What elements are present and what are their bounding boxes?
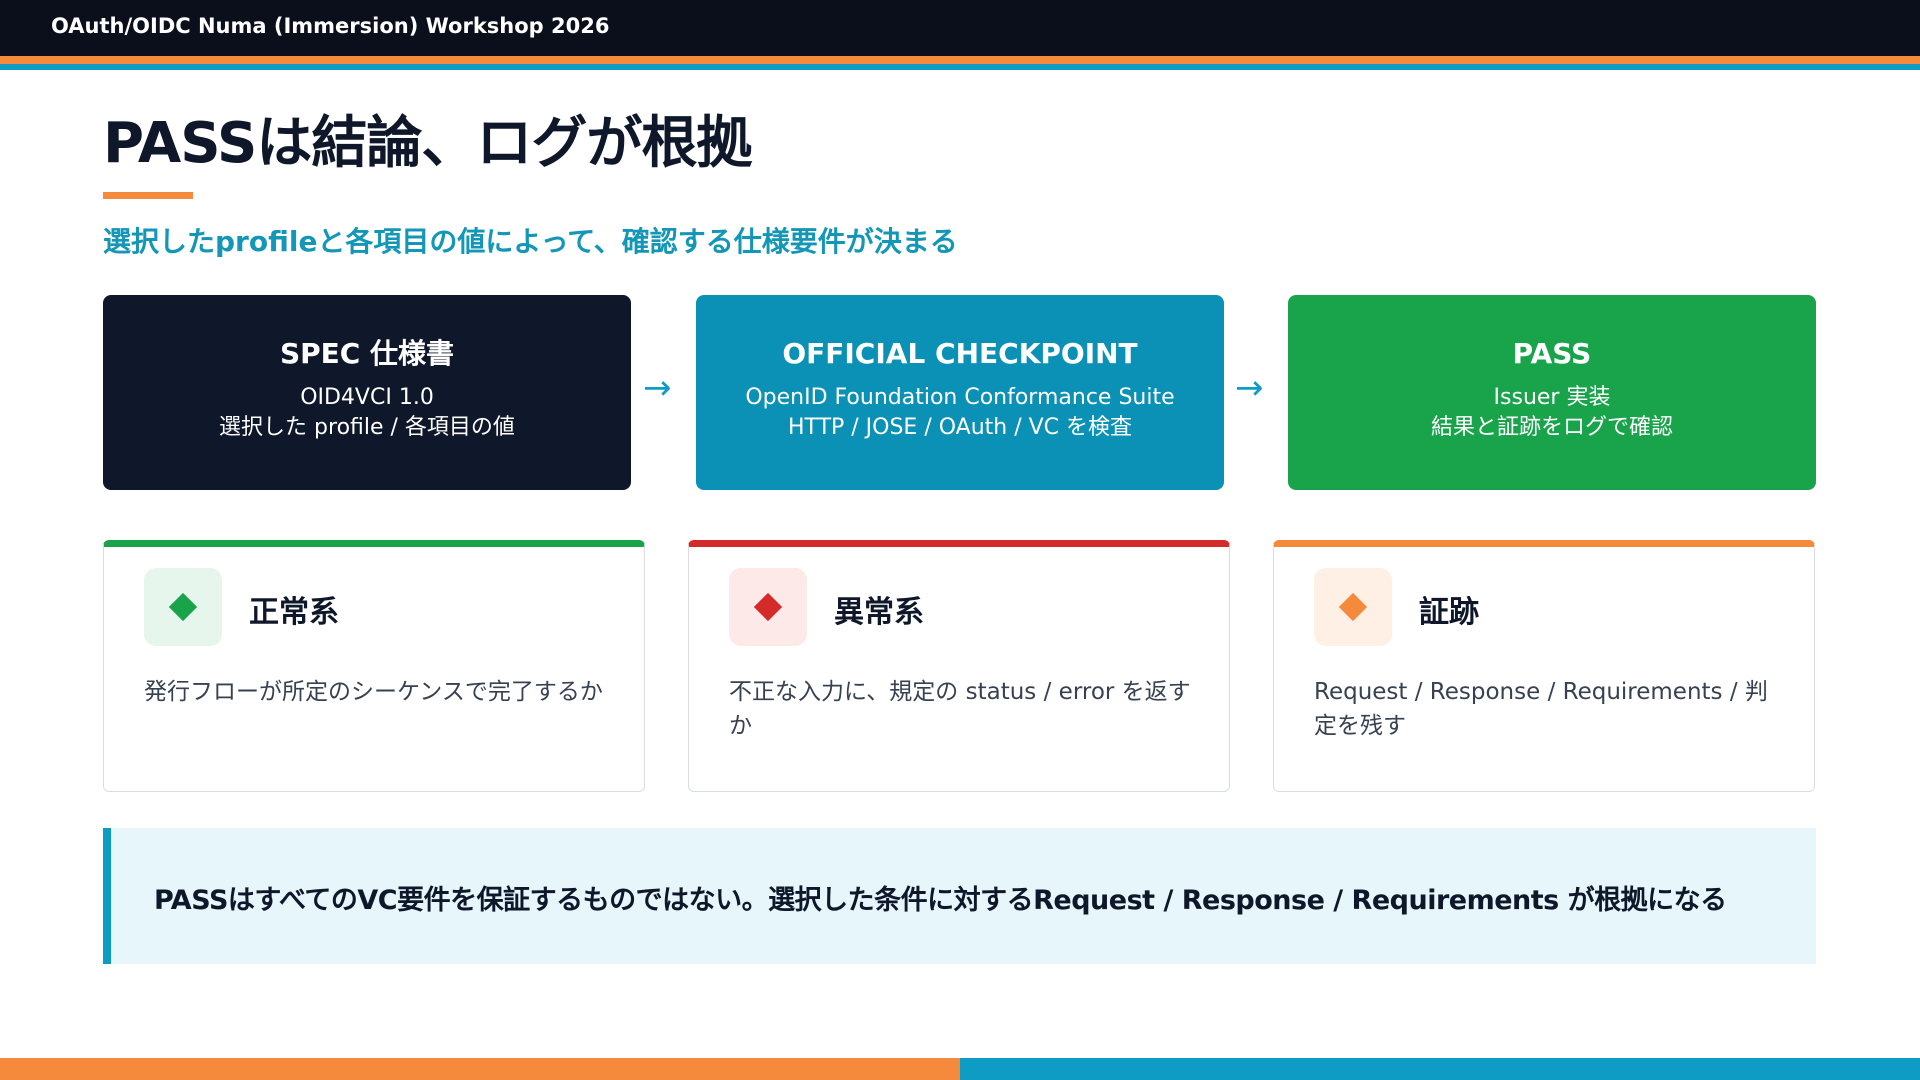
card-icon-box <box>729 568 807 646</box>
flow-box-spec: SPEC 仕様書 OID4VCI 1.0 選択した profile / 各項目の… <box>103 295 631 490</box>
footer-stripe-teal <box>960 1058 1920 1080</box>
card-icon-box <box>1314 568 1392 646</box>
card-title: 証跡 <box>1419 595 1479 630</box>
card-normal-case: 正常系 発行フローが所定のシーケンスで完了するか <box>103 540 645 792</box>
title-underline <box>103 192 193 199</box>
card-body: 不正な入力に、規定の status / error を返すか <box>729 679 1191 739</box>
callout-box: PASSはすべてのVC要件を保証するものではない。選択した条件に対するReque… <box>103 828 1816 964</box>
footer-stripe-orange <box>0 1058 960 1080</box>
card-body: Request / Response / Requirements / 判定を残… <box>1314 679 1768 739</box>
slide-title: PASSは結論、ログが根拠 <box>103 111 752 176</box>
card-abnormal-case: 異常系 不正な入力に、規定の status / error を返すか <box>688 540 1230 792</box>
card-title: 異常系 <box>834 595 924 630</box>
top-bar: OAuth/OIDC Numa (Immersion) Workshop 202… <box>0 0 1920 56</box>
arrow-right-icon: → <box>1235 368 1264 408</box>
header-stripe-orange <box>0 56 1920 64</box>
workshop-title: OAuth/OIDC Numa (Immersion) Workshop 202… <box>51 14 610 38</box>
header-stripe-teal <box>0 64 1920 70</box>
flow-box-official-checkpoint: OFFICIAL CHECKPOINT OpenID Foundation Co… <box>696 295 1224 490</box>
diamond-icon <box>168 592 198 622</box>
flow-box-line: Issuer 実装 <box>1493 385 1611 410</box>
flow-box-line: OpenID Foundation Conformance Suite <box>745 385 1175 410</box>
callout-text: PASSはすべてのVC要件を保証するものではない。選択した条件に対するReque… <box>154 885 1727 916</box>
card-evidence: 証跡 Request / Response / Requirements / 判… <box>1273 540 1815 792</box>
diamond-icon <box>753 592 783 622</box>
flow-box-line: 選択した profile / 各項目の値 <box>219 415 515 440</box>
arrow-right-icon: → <box>643 368 672 408</box>
flow-box-title: SPEC 仕様書 <box>279 337 455 370</box>
flow-box-line: 結果と証跡をログで確認 <box>1430 415 1673 440</box>
flow-box-title: OFFICIAL CHECKPOINT <box>782 337 1138 370</box>
card-title: 正常系 <box>249 595 339 630</box>
flow-box-pass: PASS Issuer 実装 結果と証跡をログで確認 <box>1288 295 1816 490</box>
card-icon-box <box>144 568 222 646</box>
flow-box-line: HTTP / JOSE / OAuth / VC を検査 <box>787 415 1133 440</box>
diamond-icon <box>1338 592 1368 622</box>
slide-subtitle: 選択したprofileと各項目の値によって、確認する仕様要件が決まる <box>103 225 958 258</box>
card-body: 発行フローが所定のシーケンスで完了するか <box>144 679 603 705</box>
flow-box-title: PASS <box>1512 337 1592 370</box>
flow-box-line: OID4VCI 1.0 <box>300 385 434 410</box>
